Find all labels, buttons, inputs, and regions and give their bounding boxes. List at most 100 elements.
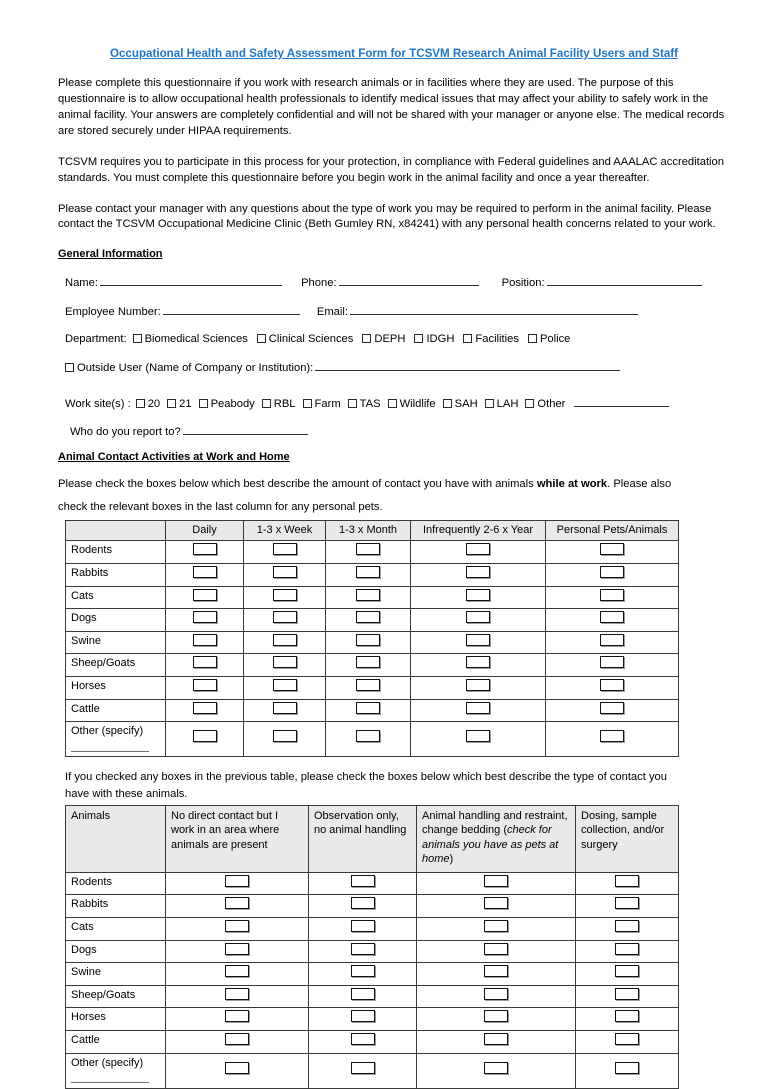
frequency-checkbox-cats-personal-pets[interactable] — [545, 585, 679, 610]
work-site-other-input[interactable] — [574, 395, 670, 407]
contact-checkbox-horses-no-direct[interactable] — [165, 1007, 309, 1032]
contact-checkbox-sheep-goats-no-direct[interactable] — [165, 984, 309, 1009]
frequency-checkbox-horses-personal-pets[interactable] — [545, 676, 679, 700]
frequency-checkbox-other-infrequently[interactable] — [410, 721, 546, 758]
frequency-checkbox-rabbits-1-3-week[interactable] — [243, 563, 326, 587]
frequency-checkbox-cattle-infrequently[interactable] — [410, 698, 546, 723]
contact-row-label-other[interactable]: Other (specify) — [65, 1052, 166, 1089]
frequency-checkbox-other-personal-pets[interactable] — [545, 721, 679, 758]
contact-checkbox-rodents-dosing[interactable] — [575, 871, 679, 896]
contact-checkbox-rodents-no-direct[interactable] — [165, 871, 309, 896]
contact-checkbox-dogs-dosing[interactable] — [575, 939, 679, 964]
frequency-checkbox-sheep-goats-infrequently[interactable] — [410, 653, 546, 678]
contact-checkbox-cattle-dosing[interactable] — [575, 1030, 679, 1054]
frequency-checkbox-dogs-personal-pets[interactable] — [545, 608, 679, 632]
frequency-checkbox-horses-daily[interactable] — [165, 676, 244, 700]
frequency-checkbox-sheep-goats-1-3-week[interactable] — [243, 653, 326, 678]
department-checkbox-idgh[interactable]: IDGH — [414, 332, 454, 348]
work-site-checkbox-tas[interactable]: TAS — [347, 397, 381, 413]
frequency-checkbox-dogs-infrequently[interactable] — [410, 608, 546, 632]
frequency-checkbox-swine-daily[interactable] — [165, 630, 244, 655]
frequency-checkbox-cats-1-3-week[interactable] — [243, 585, 326, 610]
name-input[interactable] — [99, 274, 282, 286]
frequency-checkbox-rabbits-personal-pets[interactable] — [545, 563, 679, 587]
frequency-checkbox-dogs-1-3-month[interactable] — [325, 608, 411, 632]
frequency-checkbox-sheep-goats-daily[interactable] — [165, 653, 244, 678]
contact-checkbox-cattle-handling[interactable] — [416, 1030, 576, 1054]
work-site-checkbox-lah[interactable]: LAH — [484, 397, 518, 413]
outside-user-input[interactable] — [315, 359, 621, 371]
contact-other-input[interactable] — [71, 1082, 149, 1084]
frequency-checkbox-rabbits-1-3-month[interactable] — [325, 563, 411, 587]
contact-checkbox-cats-observation[interactable] — [308, 917, 417, 941]
frequency-checkbox-swine-1-3-month[interactable] — [325, 630, 411, 655]
report-to-input[interactable] — [182, 423, 308, 436]
frequency-checkbox-cattle-1-3-week[interactable] — [243, 698, 326, 723]
frequency-checkbox-rodents-personal-pets[interactable] — [545, 540, 679, 564]
frequency-checkbox-swine-personal-pets[interactable] — [545, 630, 679, 655]
frequency-checkbox-rabbits-infrequently[interactable] — [410, 563, 546, 587]
contact-checkbox-swine-dosing[interactable] — [575, 962, 679, 986]
contact-checkbox-rabbits-dosing[interactable] — [575, 894, 679, 919]
contact-checkbox-swine-no-direct[interactable] — [165, 962, 309, 986]
outside-user-checkbox[interactable] — [65, 362, 74, 372]
employee-number-input[interactable] — [162, 303, 300, 315]
contact-checkbox-other-handling[interactable] — [416, 1052, 576, 1089]
frequency-checkbox-rodents-infrequently[interactable] — [410, 540, 546, 564]
work-site-checkbox-peabody[interactable]: Peabody — [198, 397, 255, 413]
department-checkbox-police[interactable]: Police — [527, 332, 570, 348]
frequency-checkbox-horses-infrequently[interactable] — [410, 676, 546, 700]
frequency-checkbox-swine-infrequently[interactable] — [410, 630, 546, 655]
contact-checkbox-swine-observation[interactable] — [308, 962, 417, 986]
phone-input[interactable] — [338, 274, 479, 286]
contact-checkbox-cats-dosing[interactable] — [575, 917, 679, 941]
work-site-checkbox-21[interactable]: 21 — [167, 397, 192, 413]
work-site-checkbox-sah[interactable]: SAH — [442, 397, 478, 413]
frequency-checkbox-sheep-goats-personal-pets[interactable] — [545, 653, 679, 678]
position-input[interactable] — [546, 274, 702, 286]
frequency-checkbox-cats-infrequently[interactable] — [410, 585, 546, 610]
contact-checkbox-dogs-handling[interactable] — [416, 939, 576, 964]
frequency-row-label-other[interactable]: Other (specify) — [65, 721, 166, 758]
contact-checkbox-sheep-goats-dosing[interactable] — [575, 984, 679, 1009]
frequency-checkbox-cattle-personal-pets[interactable] — [545, 698, 679, 723]
contact-checkbox-cattle-no-direct[interactable] — [165, 1030, 309, 1054]
frequency-checkbox-rodents-1-3-week[interactable] — [243, 540, 326, 564]
frequency-checkbox-cats-1-3-month[interactable] — [325, 585, 411, 610]
department-checkbox-clinical-sciences[interactable]: Clinical Sciences — [256, 332, 353, 348]
contact-checkbox-other-no-direct[interactable] — [165, 1052, 309, 1089]
work-site-checkbox-farm[interactable]: Farm — [302, 397, 341, 413]
contact-checkbox-sheep-goats-handling[interactable] — [416, 984, 576, 1009]
frequency-checkbox-swine-1-3-week[interactable] — [243, 630, 326, 655]
work-site-checkbox-rbl[interactable]: RBL — [261, 397, 296, 413]
contact-checkbox-rabbits-no-direct[interactable] — [165, 894, 309, 919]
contact-checkbox-horses-dosing[interactable] — [575, 1007, 679, 1032]
frequency-checkbox-horses-1-3-month[interactable] — [325, 676, 411, 700]
contact-checkbox-cats-no-direct[interactable] — [165, 917, 309, 941]
work-site-checkbox-20[interactable]: 20 — [135, 397, 160, 413]
contact-checkbox-cattle-observation[interactable] — [308, 1030, 417, 1054]
contact-checkbox-rabbits-observation[interactable] — [308, 894, 417, 919]
frequency-checkbox-sheep-goats-1-3-month[interactable] — [325, 653, 411, 678]
contact-checkbox-other-dosing[interactable] — [575, 1052, 679, 1089]
department-checkbox-facilities[interactable]: Facilities — [463, 332, 519, 348]
department-checkbox-deph[interactable]: DEPH — [362, 332, 405, 348]
contact-checkbox-sheep-goats-observation[interactable] — [308, 984, 417, 1009]
frequency-checkbox-cattle-1-3-month[interactable] — [325, 698, 411, 723]
contact-checkbox-dogs-no-direct[interactable] — [165, 939, 309, 964]
frequency-checkbox-horses-1-3-week[interactable] — [243, 676, 326, 700]
frequency-other-input[interactable] — [71, 750, 149, 752]
contact-checkbox-horses-handling[interactable] — [416, 1007, 576, 1032]
frequency-checkbox-rabbits-daily[interactable] — [165, 563, 244, 587]
work-site-checkbox-other[interactable]: Other — [525, 397, 565, 413]
frequency-checkbox-rodents-daily[interactable] — [165, 540, 244, 564]
frequency-checkbox-other-1-3-month[interactable] — [325, 721, 411, 758]
contact-checkbox-rabbits-handling[interactable] — [416, 894, 576, 919]
frequency-checkbox-cattle-daily[interactable] — [165, 698, 244, 723]
frequency-checkbox-other-1-3-week[interactable] — [243, 721, 326, 758]
frequency-checkbox-rodents-1-3-month[interactable] — [325, 540, 411, 564]
frequency-checkbox-other-daily[interactable] — [165, 721, 244, 758]
contact-checkbox-dogs-observation[interactable] — [308, 939, 417, 964]
work-site-checkbox-wildlife[interactable]: Wildlife — [387, 397, 436, 413]
frequency-checkbox-dogs-daily[interactable] — [165, 608, 244, 632]
